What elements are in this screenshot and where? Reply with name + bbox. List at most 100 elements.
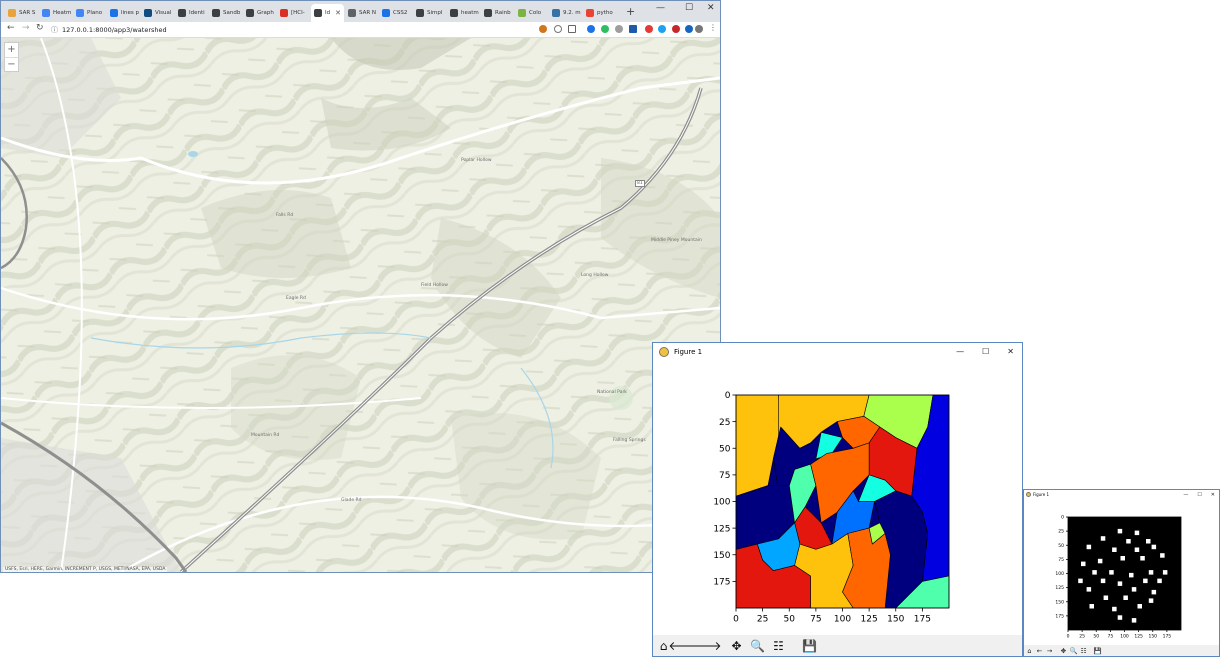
forward-icon[interactable]: →	[22, 23, 30, 33]
marker-square	[1140, 556, 1145, 561]
tab-favicon-icon	[110, 9, 118, 17]
matplotlib-icon	[659, 346, 669, 357]
minimize-button[interactable]: —	[1183, 492, 1188, 498]
info-icon[interactable]: ⓘ	[51, 25, 58, 35]
x-tick-label: 75	[810, 615, 821, 625]
tab-label: Heatm	[53, 10, 72, 16]
home-icon[interactable]: ⌂	[1025, 647, 1034, 655]
browser-tab[interactable]: Simpl	[413, 4, 446, 22]
map-label: Long Hollow	[581, 273, 609, 278]
browser-maximize-button[interactable]: ☐	[685, 3, 693, 13]
save-icon[interactable]: 💾	[801, 639, 818, 653]
browser-tab[interactable]: 9.2. m	[549, 4, 582, 22]
map-attribution: USFS, Esri, HERE, Garmin, INCREMENT P, U…	[3, 567, 168, 572]
zoom-icon[interactable]: 🔍	[1069, 647, 1078, 655]
x-tick-label: 50	[784, 615, 796, 625]
browser-tab[interactable]: pytho	[583, 4, 616, 22]
browser-tab[interactable]: Visual	[141, 4, 174, 22]
extension-icon[interactable]	[672, 25, 680, 33]
marker-square	[1143, 578, 1148, 584]
marker-square	[1157, 578, 1162, 584]
browser-minimize-button[interactable]: —	[656, 3, 665, 13]
browser-tab[interactable]: heatm	[447, 4, 480, 22]
forward-icon[interactable]: 🡒	[689, 638, 721, 653]
save-icon[interactable]: 💾	[1093, 647, 1102, 655]
minimize-button[interactable]: —	[956, 347, 964, 356]
extension-icon[interactable]	[615, 25, 623, 33]
tab-favicon-icon	[518, 9, 526, 17]
browser-tab[interactable]: SAR S	[5, 4, 38, 22]
address-bar[interactable]: ⓘ 127.0.0.1:8000/app3/watershed	[51, 24, 531, 36]
configure-subplots-icon[interactable]: ☷	[770, 639, 787, 653]
new-tab-button[interactable]: +	[626, 5, 635, 18]
tab-favicon-icon	[586, 9, 594, 17]
marker-square	[1109, 570, 1114, 575]
map-view[interactable]: + − Poplar Hollow Long Hollow Field Holl…	[1, 38, 720, 572]
back-icon[interactable]: ←	[1035, 647, 1044, 655]
close-button[interactable]: ✕	[1211, 492, 1215, 498]
markers-plot[interactable]: 0 25 50 75 100 125 150 175 0 25 50 75 100 125 150 175	[1024, 499, 1219, 646]
figure-titlebar: Figure 1 — ☐ ✕	[1024, 490, 1219, 499]
translate-icon[interactable]	[587, 25, 595, 33]
browser-tab[interactable]: Sandb	[209, 4, 242, 22]
marker-square	[1160, 553, 1165, 558]
extension-icon[interactable]	[685, 25, 693, 33]
tab-label: Simpl	[427, 10, 443, 16]
zoom-in-button[interactable]: +	[5, 43, 18, 57]
browser-menu-icon[interactable]: ⋮	[709, 23, 717, 32]
url-text[interactable]: 127.0.0.1:8000/app3/watershed	[62, 26, 167, 34]
zoom-icon[interactable]	[554, 25, 562, 33]
extension-icon[interactable]	[629, 25, 637, 33]
maximize-button[interactable]: ☐	[982, 347, 989, 356]
extension-icon[interactable]	[658, 25, 666, 33]
marker-square	[1131, 587, 1137, 592]
browser-tab[interactable]: Plano	[73, 4, 106, 22]
browser-tab[interactable]: CSS2	[379, 4, 412, 22]
pan-icon[interactable]: ✥	[728, 639, 745, 653]
tab-label: SAR S	[19, 10, 36, 16]
configure-subplots-icon[interactable]: ☷	[1079, 647, 1088, 655]
x-tick-label: 25	[757, 615, 768, 625]
tab-close-icon[interactable]: ✕	[335, 9, 341, 17]
marker-square	[1097, 558, 1103, 564]
tab-label: CSS2	[393, 10, 408, 16]
tab-favicon-icon	[144, 9, 152, 17]
x-tick-label: 150	[1148, 634, 1157, 640]
browser-tab[interactable]: SAR N	[345, 4, 378, 22]
close-button[interactable]: ✕	[1007, 347, 1014, 356]
browser-tab[interactable]: [HCI-	[277, 4, 310, 22]
tab-label: [HCI-	[291, 10, 305, 16]
segmentation-plot[interactable]: 0 25 50 75 100 125 150 175 0 25 50 75 100 125 150 175	[653, 360, 1022, 637]
browser-tab[interactable]: lines p	[107, 4, 140, 22]
pan-icon[interactable]: ✥	[1059, 647, 1068, 655]
extension-icon[interactable]	[645, 25, 653, 33]
tab-favicon-icon	[8, 9, 16, 17]
maximize-button[interactable]: ☐	[1197, 492, 1201, 498]
browser-tab[interactable]: Rainb	[481, 4, 514, 22]
tab-label: Graph	[257, 10, 274, 16]
x-tick-label: 100	[834, 615, 851, 625]
x-tick-label: 0	[733, 615, 739, 625]
grammarly-icon[interactable]	[601, 25, 609, 33]
zoom-icon[interactable]: 🔍	[749, 639, 766, 653]
extension-icon[interactable]	[539, 25, 547, 33]
zoom-out-button[interactable]: −	[5, 57, 18, 71]
map-label: Eagle Rd	[286, 296, 306, 301]
browser-tab[interactable]: Heatm	[39, 4, 72, 22]
bookmark-star-icon[interactable]	[568, 25, 576, 33]
browser-tab[interactable]: Graph	[243, 4, 276, 22]
back-icon[interactable]: ←	[7, 23, 15, 33]
profile-avatar[interactable]	[695, 25, 703, 33]
y-tick-label: 25	[719, 418, 730, 428]
browser-close-button[interactable]: ✕	[707, 3, 715, 13]
figure-title: Figure 1	[674, 347, 703, 356]
forward-icon[interactable]: →	[1045, 647, 1054, 655]
tab-label: Visual	[155, 10, 172, 16]
map-label: Middle Piney Mountain	[651, 238, 702, 243]
browser-tab[interactable]: Id ✕	[311, 4, 344, 22]
figure-window-markers: Figure 1 — ☐ ✕ 0 25 50 75 100 125 150 175 0 25 50 7…	[1023, 489, 1220, 657]
browser-tab[interactable]: Colo	[515, 4, 548, 22]
tab-favicon-icon	[450, 9, 458, 17]
reload-icon[interactable]: ↻	[36, 23, 44, 33]
browser-tab[interactable]: Identi	[175, 4, 208, 22]
